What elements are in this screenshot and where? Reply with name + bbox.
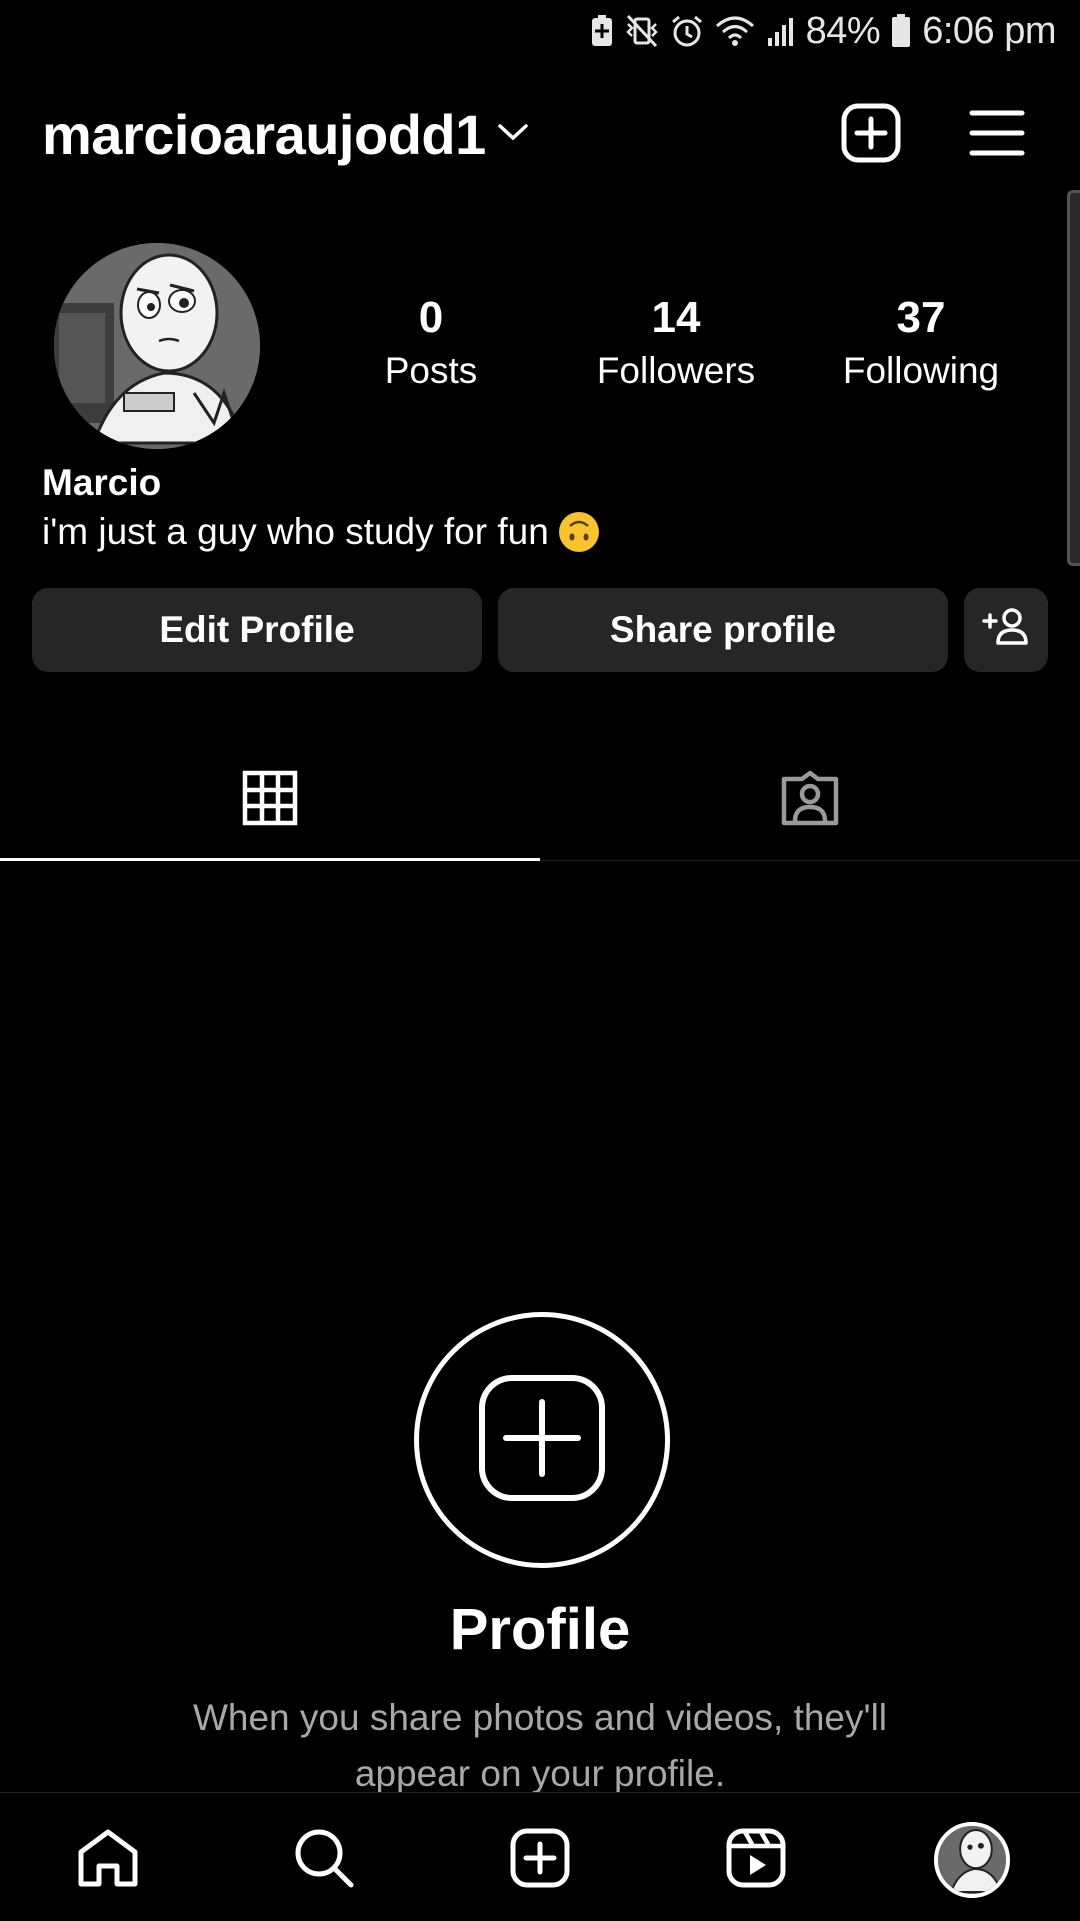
following-label: Following	[842, 350, 1000, 391]
add-post-icon	[478, 1374, 606, 1507]
menu-button[interactable]	[960, 98, 1034, 172]
active-tab-indicator	[0, 858, 540, 861]
username-switcher[interactable]: marcioaraujodd1	[42, 100, 486, 170]
nav-search[interactable]	[279, 1815, 369, 1905]
chevron-down-icon[interactable]	[496, 120, 530, 149]
create-icon	[509, 1827, 571, 1894]
posts-label: Posts	[384, 350, 478, 391]
following-value: 37	[896, 293, 946, 342]
empty-state-create-button[interactable]	[414, 1312, 670, 1568]
bio: i'm just a guy who study for fun	[42, 506, 599, 558]
tagged-icon	[780, 769, 840, 832]
edit-profile-button[interactable]: Edit Profile	[32, 588, 482, 672]
battery-percent: 84%	[805, 9, 881, 52]
alarm-icon	[670, 14, 704, 48]
posts-value: 0	[418, 293, 444, 342]
status-bar: 84% 6:06 pm	[0, 0, 1080, 62]
profile-avatar	[934, 1822, 1010, 1898]
search-icon	[293, 1827, 355, 1894]
status-time: 6:06 pm	[922, 9, 1056, 52]
followers-value: 14	[651, 293, 701, 342]
battery-saver-icon	[590, 14, 614, 48]
empty-state-description: When you share photos and videos, they'l…	[192, 1697, 888, 1794]
vibrate-mute-icon	[624, 14, 660, 48]
wifi-icon	[714, 14, 756, 48]
battery-icon	[890, 13, 912, 49]
nav-profile[interactable]	[927, 1815, 1017, 1905]
add-person-icon	[982, 606, 1030, 655]
signal-icon	[766, 14, 796, 48]
status-icons: 84% 6:06 pm	[590, 8, 1056, 54]
nav-reels[interactable]	[711, 1815, 801, 1905]
following-count[interactable]: 37 Following	[811, 290, 1031, 396]
grid-icon	[242, 770, 298, 831]
tab-tagged[interactable]	[540, 740, 1080, 860]
followers-label: Followers	[596, 350, 756, 391]
menu-icon	[969, 108, 1025, 163]
display-name: Marcio	[42, 462, 162, 503]
nav-create[interactable]	[495, 1815, 585, 1905]
posts-count[interactable]: 0 Posts	[321, 290, 541, 396]
create-post-icon	[840, 102, 902, 169]
create-post-button[interactable]	[834, 98, 908, 172]
bottom-navigation	[0, 1792, 1080, 1921]
share-profile-button[interactable]: Share profile	[498, 588, 948, 672]
scroll-indicator	[1067, 190, 1080, 566]
reels-icon	[725, 1827, 787, 1894]
tab-grid[interactable]	[0, 740, 540, 860]
discover-people-button[interactable]	[964, 588, 1048, 672]
nav-home[interactable]	[63, 1815, 153, 1905]
avatar[interactable]	[54, 243, 260, 449]
home-icon	[77, 1828, 139, 1893]
bio-text: i'm just a guy who study for fun	[42, 511, 549, 552]
upside-down-face-emoji	[558, 512, 599, 552]
followers-count[interactable]: 14 Followers	[566, 290, 786, 396]
empty-state-title: Profile	[449, 1597, 631, 1662]
